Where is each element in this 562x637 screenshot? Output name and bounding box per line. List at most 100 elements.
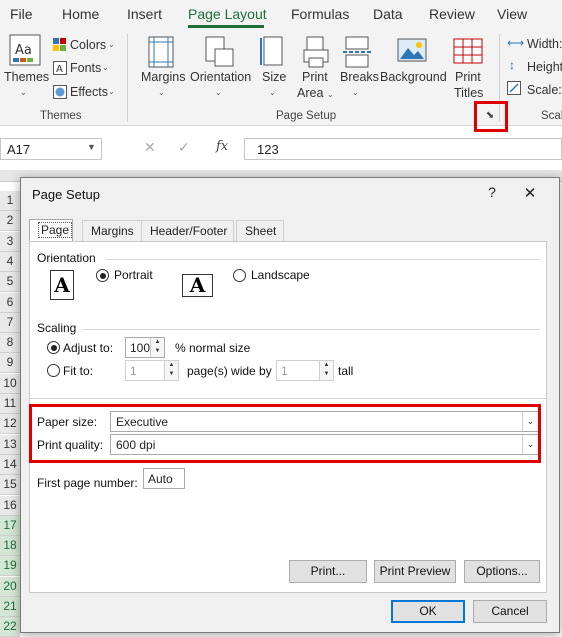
height-icon: ↕ xyxy=(509,58,515,72)
colors-label: Colors xyxy=(70,38,107,52)
insert-function-icon[interactable]: fx xyxy=(216,139,228,154)
width-icon: ⟷ xyxy=(507,36,525,50)
ok-button[interactable]: OK xyxy=(391,600,465,623)
enter-icon[interactable]: ✓ xyxy=(178,139,190,156)
chevron-down-icon: ⌄ xyxy=(352,88,359,97)
print-preview-button[interactable]: Print Preview xyxy=(374,560,456,583)
tab-data[interactable]: Data xyxy=(373,6,403,22)
print-button[interactable]: Print... xyxy=(289,560,367,583)
scale-icon xyxy=(507,81,521,95)
row-header[interactable]: 4 xyxy=(0,251,20,272)
stepper-buttons[interactable]: ▲ ▼ xyxy=(150,338,164,357)
tab-formulas[interactable]: Formulas xyxy=(291,6,349,22)
tab-margins[interactable]: Margins xyxy=(82,220,142,241)
close-icon[interactable]: ✕ xyxy=(519,184,541,202)
first-page-number-label: First page number: xyxy=(37,476,138,490)
size-label: Size xyxy=(262,70,287,84)
orientation-icon xyxy=(205,36,234,67)
row-header[interactable]: 10 xyxy=(0,373,20,394)
name-box-value: A17 xyxy=(7,142,31,157)
tab-insert[interactable]: Insert xyxy=(127,6,162,22)
chevron-down-icon: ⌄ xyxy=(158,88,165,97)
chevron-down-icon: ⌄ xyxy=(108,40,115,49)
print-titles-label-2: Titles xyxy=(454,86,484,100)
row-header[interactable]: 17 xyxy=(0,515,20,536)
name-box[interactable]: A17 ▼ xyxy=(0,138,102,160)
width-label: Width: xyxy=(527,37,562,51)
print-titles-icon xyxy=(453,38,483,64)
print-titles-label: Print xyxy=(455,70,481,84)
orientation-section-label: Orientation xyxy=(37,251,96,265)
row-header[interactable]: 13 xyxy=(0,434,20,455)
row-header[interactable]: 20 xyxy=(0,576,20,597)
row-header[interactable]: 14 xyxy=(0,454,20,475)
chevron-down-icon[interactable]: ▼ xyxy=(151,347,164,356)
stepper-buttons[interactable]: ▲ ▼ xyxy=(164,361,178,380)
tab-sheet[interactable]: Sheet xyxy=(236,220,284,241)
tab-page-layout[interactable]: Page Layout xyxy=(188,6,267,22)
tab-page[interactable]: Page xyxy=(29,219,73,242)
row-header[interactable]: 1 xyxy=(0,191,20,211)
cancel-button[interactable]: Cancel xyxy=(473,600,547,623)
formula-buttons: ✕ ✓ fx xyxy=(130,138,244,160)
row-header[interactable]: 2 xyxy=(0,211,20,232)
help-icon[interactable]: ? xyxy=(483,184,501,202)
row-header[interactable]: 21 xyxy=(0,597,20,617)
chevron-down-icon[interactable]: ▼ xyxy=(165,370,178,379)
fit-to-radio-button[interactable] xyxy=(47,364,60,377)
pages-wide-value: 1 xyxy=(130,364,137,378)
row-header[interactable]: 11 xyxy=(0,394,20,414)
fonts-icon: A xyxy=(53,61,67,75)
options-button[interactable]: Options... xyxy=(464,560,540,583)
cancel-icon[interactable]: ✕ xyxy=(144,139,156,156)
row-header[interactable]: 7 xyxy=(0,312,20,333)
row-header[interactable]: 15 xyxy=(0,475,20,496)
fonts-label: Fonts xyxy=(70,61,102,75)
scaling-section-label: Scaling xyxy=(37,321,77,335)
first-page-number-input[interactable]: Auto xyxy=(143,468,185,489)
formula-value: 123 xyxy=(257,142,279,157)
section-divider xyxy=(106,259,540,260)
row-header[interactable]: 8 xyxy=(0,333,20,354)
colors-icon xyxy=(53,38,66,51)
row-header[interactable]: 16 xyxy=(0,495,20,516)
tab-review[interactable]: Review xyxy=(429,6,475,22)
chevron-down-icon[interactable]: ▼ xyxy=(320,370,333,379)
page-setup-group-label: Page Setup xyxy=(276,110,337,122)
chevron-up-icon[interactable]: ▲ xyxy=(320,361,333,370)
chevron-up-icon[interactable]: ▲ xyxy=(151,338,164,347)
row-header[interactable]: 6 xyxy=(0,292,20,313)
row-header[interactable]: 12 xyxy=(0,414,20,435)
chevron-down-icon: ⌄ xyxy=(215,88,222,97)
chevron-down-icon: ⌄ xyxy=(108,87,115,96)
landscape-page-icon: A xyxy=(182,274,213,297)
normal-size-label: % normal size xyxy=(175,341,251,355)
portrait-page-icon: A xyxy=(50,270,74,300)
svg-text:A: A xyxy=(56,64,63,75)
row-header[interactable]: 22 xyxy=(0,617,20,637)
row-header[interactable]: 3 xyxy=(0,231,20,252)
row-header[interactable]: 18 xyxy=(0,536,20,557)
themes-icon: Aa xyxy=(9,34,41,66)
stepper-buttons[interactable]: ▲ ▼ xyxy=(319,361,333,380)
tab-header-footer[interactable]: Header/Footer xyxy=(141,220,234,241)
chevron-up-icon[interactable]: ▲ xyxy=(165,361,178,370)
chevron-down-icon: ⌄ xyxy=(269,88,276,97)
tab-view[interactable]: View xyxy=(497,6,527,22)
orientation-label: Orientation xyxy=(190,70,252,84)
pages-tall-value: 1 xyxy=(281,364,288,378)
pages-tall-stepper[interactable]: 1 ▲ ▼ xyxy=(276,360,334,381)
row-header[interactable]: 9 xyxy=(0,353,20,374)
adjust-to-radio-button[interactable] xyxy=(47,341,60,354)
landscape-label: Landscape xyxy=(251,268,310,282)
margins-label: Margins xyxy=(141,70,186,84)
tab-home[interactable]: Home xyxy=(62,6,99,22)
portrait-radio-button[interactable] xyxy=(96,269,109,282)
formula-input[interactable]: 123 xyxy=(244,138,562,160)
landscape-radio-button[interactable] xyxy=(233,269,246,282)
row-header[interactable]: 5 xyxy=(0,272,20,293)
row-header[interactable]: 19 xyxy=(0,556,20,577)
pages-wide-stepper[interactable]: 1 ▲ ▼ xyxy=(125,360,179,381)
tab-file[interactable]: File xyxy=(10,6,33,22)
adjust-to-stepper[interactable]: 100 ▲ ▼ xyxy=(125,337,165,358)
